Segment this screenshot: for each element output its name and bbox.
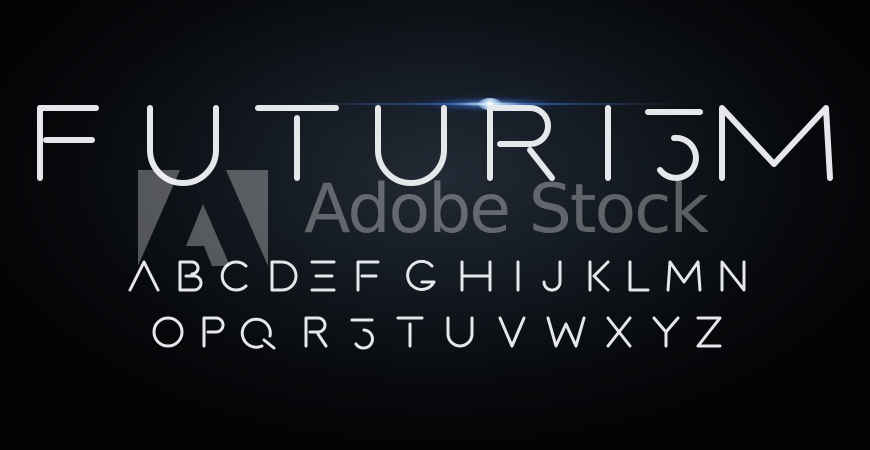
headline-letter-r [487,105,555,181]
glyph-e [310,260,336,292]
headline-letter-m [719,105,833,181]
glyph-d [270,260,298,292]
glyph-v [498,316,526,348]
glyph-l [628,260,650,292]
glyph-p [202,316,225,348]
glyph-u [446,316,474,348]
glyph-o [152,316,184,348]
headline-letter-u [147,105,219,186]
glyph-r [304,316,328,348]
glyph-n [720,260,746,292]
glyph-c [220,260,248,292]
glyph-x [606,316,632,348]
glyph-q [240,317,276,350]
glyph-f [356,260,380,292]
headline-letter-s [645,109,703,181]
headline-letter-t [255,105,339,181]
headline-letter-u [375,105,447,186]
glyph-j [542,260,562,292]
glyph-m [666,260,702,292]
glyph-k [588,260,610,292]
glyph-w [546,316,586,348]
glyph-s [350,318,374,350]
glyph-g [406,259,436,291]
glyph-b [178,260,203,292]
artwork-canvas: FUTURISM A B C D E F G H I J K L M N O P… [0,0,870,450]
glyph-z [696,316,722,348]
glyph-a [128,260,160,292]
futurism-headline [37,105,833,350]
glyph-h [460,260,492,292]
headline-letter-f [37,105,99,181]
glyph-y [652,316,680,348]
alphabet-row-1 [128,259,746,292]
alphabet-row-2 [152,316,722,350]
glyph-t [396,316,424,348]
